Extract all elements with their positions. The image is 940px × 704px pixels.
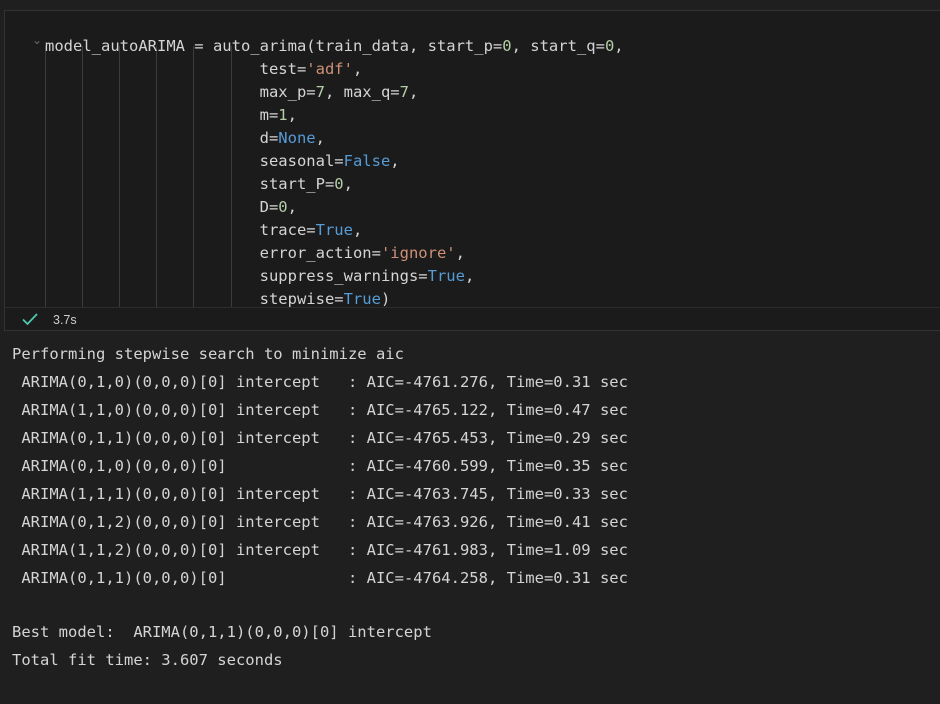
code-token: True [343, 290, 381, 308]
code-token: True [315, 221, 353, 239]
trace-row: ARIMA(1,1,0)(0,0,0)[0] intercept : AIC=-… [12, 401, 628, 419]
code-line: model_autoARIMA = auto_arima(train_data,… [45, 35, 624, 58]
output-header: Performing stepwise search to minimize a… [12, 345, 404, 363]
code-line: start_P=0, [45, 173, 353, 196]
trace-time: 0.41 [553, 513, 591, 531]
best-model-line: Best model: ARIMA(0,1,1)(0,0,0)[0] inter… [12, 623, 432, 641]
trace-model: ARIMA(0,1,1)(0,0,0)[0] [12, 569, 348, 587]
trace-time: 1.09 [553, 541, 591, 559]
code-token: , [614, 37, 624, 55]
check-icon [22, 313, 38, 326]
code-token: 0 [278, 198, 288, 216]
code-line: D=0, [45, 196, 297, 219]
code-line: m=1, [45, 104, 297, 127]
code-token: suppress_warnings= [45, 267, 428, 285]
code-token: , max_q= [324, 83, 400, 101]
code-token: , [352, 60, 363, 78]
trace-time: 0.31 [553, 569, 591, 587]
trace-time: 0.31 [553, 373, 591, 391]
code-line: error_action='ignore', [45, 242, 465, 265]
code-token: 'adf' [306, 60, 353, 78]
trace-aic: -4765.453 [403, 429, 488, 447]
code-token: , start_q= [511, 37, 605, 55]
code-token: 7 [399, 83, 409, 101]
trace-aic: -4765.122 [403, 401, 488, 419]
code-token: model_autoARIMA = auto_arima(train_data,… [45, 37, 503, 55]
code-token: D= [45, 198, 279, 216]
code-token: ) [380, 290, 391, 308]
code-token: d= [45, 129, 279, 147]
code-token: seasonal= [45, 152, 344, 170]
execution-time: 3.7s [53, 313, 77, 327]
code-line: suppress_warnings=True, [45, 265, 475, 288]
code-token: , [455, 244, 465, 262]
trace-model: ARIMA(1,1,0)(0,0,0)[0] intercept [12, 401, 348, 419]
code-token: 0 [502, 37, 512, 55]
code-token: 'ignore' [380, 244, 456, 262]
code-line: d=None, [45, 127, 325, 150]
cell-output: Performing stepwise search to minimize a… [12, 340, 932, 592]
trace-time: 0.29 [553, 429, 591, 447]
code-line: trace=True, [45, 219, 363, 242]
code-token: , [352, 221, 363, 239]
code-token: trace= [45, 221, 316, 239]
output-rows: ARIMA(0,1,0)(0,0,0)[0] intercept : AIC=-… [12, 368, 932, 592]
trace-row: ARIMA(1,1,2)(0,0,0)[0] intercept : AIC=-… [12, 541, 628, 559]
code-editor[interactable]: ⌄ model_autoARIMA = auto_arima(train_dat… [5, 11, 940, 308]
trace-row: ARIMA(1,1,1)(0,0,0)[0] intercept : AIC=-… [12, 485, 628, 503]
code-token: 1 [278, 106, 288, 124]
trace-aic: -4761.276 [403, 373, 488, 391]
trace-aic: -4761.983 [403, 541, 488, 559]
fold-chevron-icon[interactable]: ⌄ [32, 34, 42, 46]
code-line: seasonal=False, [45, 150, 400, 173]
code-token: , [464, 267, 475, 285]
code-line: test='adf', [45, 58, 363, 81]
trace-time: 0.33 [553, 485, 591, 503]
code-token: test= [45, 60, 307, 78]
trace-model: ARIMA(1,1,2)(0,0,0)[0] intercept [12, 541, 348, 559]
trace-aic: -4760.599 [403, 457, 488, 475]
trace-model: ARIMA(1,1,1)(0,0,0)[0] intercept [12, 485, 348, 503]
code-token: , [390, 152, 400, 170]
trace-model: ARIMA(0,1,0)(0,0,0)[0] intercept [12, 373, 348, 391]
trace-model: ARIMA(0,1,1)(0,0,0)[0] intercept [12, 429, 348, 447]
trace-aic: -4764.258 [403, 569, 488, 587]
trace-aic: -4763.745 [403, 485, 488, 503]
trace-model: ARIMA(0,1,2)(0,0,0)[0] intercept [12, 513, 348, 531]
trace-aic: -4763.926 [403, 513, 488, 531]
code-token: , [287, 106, 297, 124]
trace-row: ARIMA(0,1,2)(0,0,0)[0] intercept : AIC=-… [12, 513, 628, 531]
code-token: , [287, 198, 297, 216]
code-token: 0 [604, 37, 615, 55]
code-token: False [343, 152, 391, 170]
code-line: max_p=7, max_q=7, [45, 81, 419, 104]
trace-time: 0.47 [553, 401, 591, 419]
code-token: True [427, 267, 465, 285]
trace-model: ARIMA(0,1,0)(0,0,0)[0] [12, 457, 348, 475]
code-token: 7 [315, 83, 325, 101]
code-token: max_p= [45, 83, 316, 101]
code-token: stepwise= [45, 290, 344, 308]
code-token: , [408, 83, 419, 101]
trace-row: ARIMA(0,1,0)(0,0,0)[0] : AIC=-4760.599, … [12, 457, 628, 475]
cell-status-bar: 3.7s [5, 307, 940, 331]
code-token: 0 [334, 175, 344, 193]
trace-row: ARIMA(0,1,0)(0,0,0)[0] intercept : AIC=-… [12, 373, 628, 391]
code-token: error_action= [45, 244, 381, 262]
code-token: start_P= [45, 175, 335, 193]
total-fit-time-line: Total fit time: 3.607 seconds [12, 651, 283, 669]
code-token: None [278, 129, 316, 147]
code-cell[interactable]: ⌄ model_autoARIMA = auto_arima(train_dat… [4, 10, 940, 331]
code-token: , [343, 175, 353, 193]
trace-row: ARIMA(0,1,1)(0,0,0)[0] intercept : AIC=-… [12, 429, 628, 447]
trace-time: 0.35 [553, 457, 591, 475]
code-token: , [315, 129, 325, 147]
code-token: m= [45, 106, 279, 124]
trace-row: ARIMA(0,1,1)(0,0,0)[0] : AIC=-4764.258, … [12, 569, 628, 587]
output-summary: Best model: ARIMA(0,1,1)(0,0,0)[0] inter… [12, 618, 932, 674]
